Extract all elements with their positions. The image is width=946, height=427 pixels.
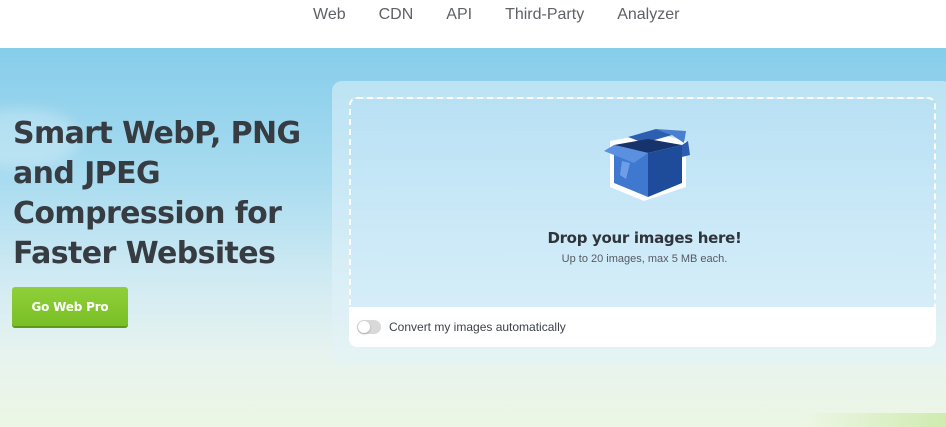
go-web-pro-button[interactable]: Go Web Pro [12,287,128,326]
nav-link-web[interactable]: Web [313,5,346,25]
headline-line: Faster Websites [13,236,276,271]
headline-line: and JPEG [13,156,161,191]
open-box-icon [604,129,690,201]
auto-convert-toggle[interactable] [357,320,381,334]
main-nav: Web CDN API Third-Party Analyzer [313,5,679,25]
toggle-knob [358,321,370,333]
nav-link-analyzer[interactable]: Analyzer [617,5,679,25]
grass-decoration [806,413,946,427]
hero-section: Smart WebP, PNG and JPEG Compression for… [0,48,946,427]
hero-headline: Smart WebP, PNG and JPEG Compression for… [13,114,323,274]
image-dropzone[interactable]: Drop your images here! Up to 20 images, … [349,97,936,307]
nav-link-api[interactable]: API [446,5,472,25]
headline-line: Smart WebP, PNG [13,116,301,151]
auto-convert-label[interactable]: Convert my images automatically [389,319,566,335]
nav-link-third-party[interactable]: Third-Party [505,5,584,25]
nav-link-cdn[interactable]: CDN [379,5,414,25]
top-navigation-bar: Web CDN API Third-Party Analyzer [0,0,946,48]
headline-line: Compression for [13,196,282,231]
dropzone-title: Drop your images here! [547,229,742,247]
upload-panel: Drop your images here! Up to 20 images, … [332,81,946,363]
dropzone-subtitle: Up to 20 images, max 5 MB each. [561,253,728,265]
upload-options-bar: Convert my images automatically [349,307,936,347]
